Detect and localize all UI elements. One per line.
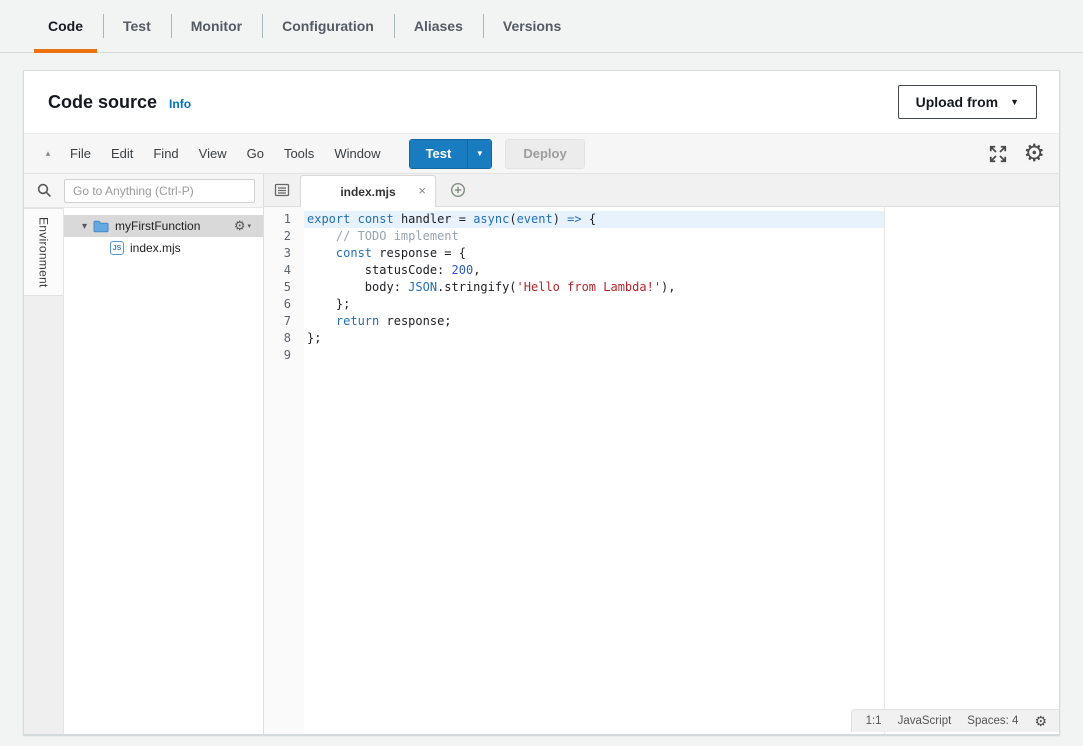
upload-from-button[interactable]: Upload from ▼	[898, 85, 1037, 119]
panel-rail: Environment	[24, 208, 64, 734]
status-gear-icon[interactable]: ⚙	[1034, 714, 1047, 728]
line-number[interactable]: 8	[264, 330, 304, 347]
line-number[interactable]: 3	[264, 245, 304, 262]
console-tab-test[interactable]: Test	[103, 0, 171, 52]
console-tab-aliases[interactable]: Aliases	[394, 0, 483, 52]
tab-list-icon[interactable]	[264, 182, 300, 198]
upload-from-label: Upload from	[916, 94, 998, 110]
menu-go[interactable]: Go	[237, 134, 274, 174]
search-icon[interactable]	[24, 183, 64, 198]
test-button[interactable]: Test	[410, 140, 468, 168]
goto-anything-row	[24, 174, 263, 208]
line-number-gutter: 123456789	[264, 207, 304, 734]
code-source-header: Code source Info Upload from ▼	[24, 71, 1059, 134]
lambda-console: CodeTestMonitorConfigurationAliasesVersi…	[0, 0, 1083, 53]
code-content: export const handler = async(event) => {…	[304, 207, 1059, 734]
tree-folder-myfirstfunction[interactable]: ▾ myFirstFunction ⚙▾	[64, 215, 263, 237]
ide-region: ▴ FileEditFindViewGoToolsWindow Test ▼ D…	[24, 134, 1059, 734]
tree-file-index-mjs[interactable]: JS index.mjs	[64, 237, 263, 259]
tree-settings-gear-icon[interactable]: ⚙▾	[234, 218, 251, 234]
editor-tabbar: index.mjs ×	[264, 174, 1059, 207]
sidebar-lower: Environment ▾ myFir	[24, 208, 263, 734]
line-number[interactable]: 1	[264, 211, 304, 228]
line-number[interactable]: 5	[264, 279, 304, 296]
title-group: Code source Info	[48, 92, 191, 113]
language-mode[interactable]: JavaScript	[898, 715, 952, 727]
code-line-6[interactable]: };	[304, 296, 1059, 313]
test-options-button[interactable]: ▼	[467, 140, 491, 168]
code-line-7[interactable]: return response;	[304, 313, 1059, 330]
code-line-1[interactable]: export const handler = async(event) => {	[304, 211, 1059, 228]
editor-settings-gear-icon[interactable]: ⚙	[1023, 142, 1045, 166]
test-button-group: Test ▼	[409, 139, 493, 169]
code-line-2[interactable]: // TODO implement	[304, 228, 1059, 245]
menubar-collapse-icon[interactable]: ▴	[36, 148, 60, 159]
code-area: 123456789 export const handler = async(e…	[264, 207, 1059, 734]
menu-edit[interactable]: Edit	[101, 134, 143, 174]
environment-tab-label: Environment	[37, 217, 51, 288]
line-number[interactable]: 7	[264, 313, 304, 330]
menu-file[interactable]: File	[60, 134, 101, 174]
close-tab-icon[interactable]: ×	[418, 184, 426, 197]
page-title: Code source	[48, 92, 157, 113]
menu-tools[interactable]: Tools	[274, 134, 324, 174]
menu-view[interactable]: View	[189, 134, 237, 174]
code-line-4[interactable]: statusCode: 200,	[304, 262, 1059, 279]
code-line-8[interactable]: };	[304, 330, 1059, 347]
deploy-button[interactable]: Deploy	[505, 139, 584, 169]
editor-menus: FileEditFindViewGoToolsWindow	[60, 134, 391, 174]
line-number[interactable]: 6	[264, 296, 304, 313]
goto-anything-input[interactable]	[64, 179, 255, 203]
editor-pane: index.mjs × 123456789 exp	[264, 174, 1059, 734]
file-label: index.mjs	[130, 241, 181, 255]
folder-icon	[93, 220, 109, 233]
editor-tab-index-mjs[interactable]: index.mjs ×	[300, 175, 436, 207]
new-tab-icon[interactable]	[450, 182, 466, 198]
console-tab-monitor[interactable]: Monitor	[171, 0, 262, 52]
environment-tab[interactable]: Environment	[24, 208, 63, 296]
menu-window[interactable]: Window	[324, 134, 390, 174]
editor-status-bar: 1:1 JavaScript Spaces: 4 ⚙	[851, 709, 1059, 732]
console-tab-versions[interactable]: Versions	[483, 0, 581, 52]
line-number[interactable]: 4	[264, 262, 304, 279]
editor-menubar: ▴ FileEditFindViewGoToolsWindow Test ▼ D…	[24, 134, 1059, 174]
fullscreen-icon[interactable]	[988, 144, 1008, 164]
chevron-down-icon[interactable]: ▾	[82, 221, 87, 232]
editor-tab-label: index.mjs	[340, 185, 395, 199]
spaces-setting[interactable]: Spaces: 4	[967, 715, 1018, 727]
chevron-down-icon: ▼	[1010, 97, 1019, 107]
code-line-3[interactable]: const response = {	[304, 245, 1059, 262]
menubar-right-icons: ⚙	[988, 142, 1049, 166]
console-tab-configuration[interactable]: Configuration	[262, 0, 394, 52]
ide-body: Environment ▾ myFir	[24, 174, 1059, 734]
console-tabs: CodeTestMonitorConfigurationAliasesVersi…	[0, 0, 1083, 53]
cursor-position[interactable]: 1:1	[866, 715, 882, 727]
menu-find[interactable]: Find	[143, 134, 188, 174]
folder-label: myFirstFunction	[115, 219, 200, 233]
line-number[interactable]: 2	[264, 228, 304, 245]
js-file-icon: JS	[110, 241, 124, 255]
code-line-9[interactable]	[304, 347, 1059, 364]
file-tree: ▾ myFirstFunction ⚙▾ JS	[64, 208, 263, 734]
code-line-5[interactable]: body: JSON.stringify('Hello from Lambda!…	[304, 279, 1059, 296]
code-source-panel: Code source Info Upload from ▼ ▴ FileEdi…	[23, 70, 1060, 735]
console-tab-code[interactable]: Code	[28, 0, 103, 52]
explorer-sidebar: Environment ▾ myFir	[24, 174, 264, 734]
line-number[interactable]: 9	[264, 347, 304, 364]
info-link[interactable]: Info	[169, 97, 191, 111]
